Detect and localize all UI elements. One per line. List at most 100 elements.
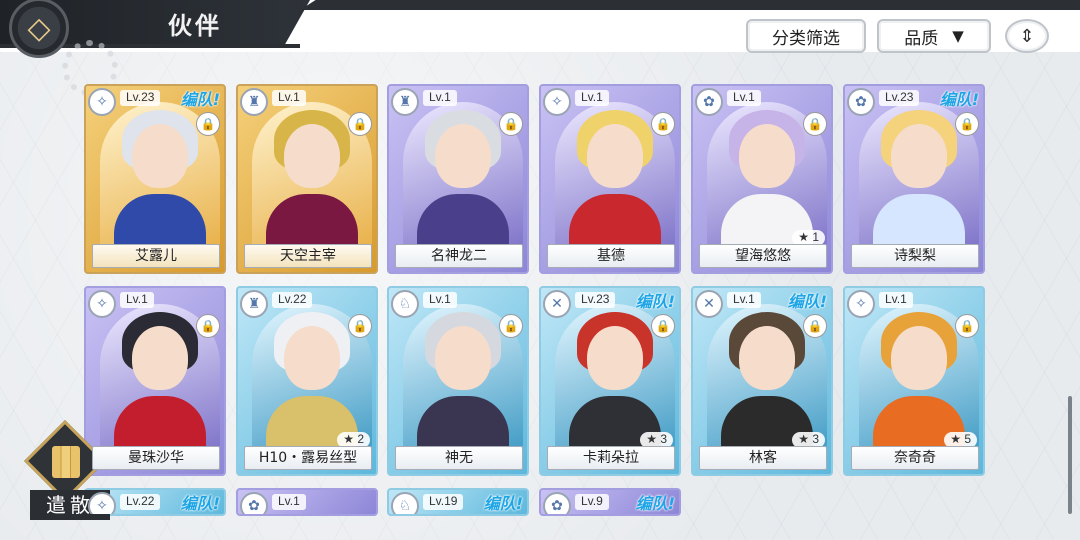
partner-card[interactable]: ✧ Lv.1 🔒 曼珠沙华 xyxy=(84,286,226,476)
portrait-face xyxy=(891,124,947,188)
sort-toggle-button[interactable]: ⇕ xyxy=(1005,19,1049,53)
star-icon: ★ xyxy=(646,432,657,446)
lock-icon[interactable]: 🔒 xyxy=(955,112,979,136)
lock-icon[interactable]: 🔒 xyxy=(955,314,979,338)
level-label: Lv.1 xyxy=(575,90,609,106)
portrait-face xyxy=(587,124,643,188)
partner-name: H10・露易丝型 xyxy=(244,446,372,470)
portrait-face xyxy=(435,326,491,390)
partner-card-partial[interactable]: ✧ Lv.22 编队! xyxy=(84,488,226,516)
portrait-face xyxy=(284,326,340,390)
quality-dropdown[interactable]: 品质 ▼ xyxy=(877,19,991,53)
class-icon: ♜ xyxy=(391,88,419,116)
lock-icon[interactable]: 🔒 xyxy=(348,314,372,338)
filter-button[interactable]: 分类筛选 xyxy=(746,19,866,53)
team-badge: 编队! xyxy=(939,90,979,109)
level-label: Lv.23 xyxy=(879,90,920,106)
level-label: Lv.1 xyxy=(423,292,457,308)
portrait-face xyxy=(739,124,795,188)
partner-name: 神无 xyxy=(395,446,523,470)
partner-card-partial[interactable]: ✿ Lv.9 编队! xyxy=(539,488,681,516)
level-label: Lv.23 xyxy=(575,292,616,308)
class-icon: ✿ xyxy=(695,88,723,116)
partner-card[interactable]: ✧ Lv.1 🔒 基德 xyxy=(539,84,681,274)
level-label: Lv.1 xyxy=(423,90,457,106)
portrait-face xyxy=(284,124,340,188)
partner-card[interactable]: ♜ Lv.1 🔒 名神龙二 xyxy=(387,84,529,274)
chevron-down-icon: ▼ xyxy=(952,27,964,45)
partner-card[interactable]: ✧ Lv.1 🔒 ★ 5 奈奇奇 xyxy=(843,286,985,476)
partner-card[interactable]: ♘ Lv.1 🔒 神无 xyxy=(387,286,529,476)
partner-card[interactable]: ♜ Lv.22 🔒 ★ 2 H10・露易丝型 xyxy=(236,286,378,476)
class-icon: ♘ xyxy=(391,492,419,514)
lock-icon[interactable]: 🔒 xyxy=(348,112,372,136)
team-badge: 编队! xyxy=(787,292,827,311)
partner-name: 曼珠沙华 xyxy=(92,446,220,470)
star-count: 3 xyxy=(812,432,819,446)
team-badge: 编队! xyxy=(180,494,220,513)
class-icon: ✿ xyxy=(240,492,268,514)
lock-icon[interactable]: 🔒 xyxy=(651,314,675,338)
class-icon: ✧ xyxy=(88,492,116,514)
class-icon: ✕ xyxy=(695,290,723,318)
level-label: Lv.1 xyxy=(272,494,306,510)
lock-icon[interactable]: 🔒 xyxy=(803,112,827,136)
partner-card[interactable]: ✿ Lv.1 🔒 ★ 1 望海悠悠 xyxy=(691,84,833,274)
page-title: 伙伴 xyxy=(168,12,222,40)
quality-label: 品质 xyxy=(904,28,939,49)
partner-name: 艾露儿 xyxy=(92,244,220,268)
partner-card[interactable]: ✿ Lv.23 编队! 🔒 诗梨梨 xyxy=(843,84,985,274)
lock-icon[interactable]: 🔒 xyxy=(499,112,523,136)
star-icon: ★ xyxy=(798,230,809,244)
partner-card[interactable]: ✕ Lv.23 编队! 🔒 ★ 3 卡莉朵拉 xyxy=(539,286,681,476)
cards-icon xyxy=(52,446,80,478)
partner-name: 名神龙二 xyxy=(395,244,523,268)
partner-card-partial[interactable]: ✿ Lv.1 xyxy=(236,488,378,516)
partner-name: 基德 xyxy=(547,244,675,268)
level-label: Lv.22 xyxy=(272,292,313,308)
class-icon: ✧ xyxy=(847,290,875,318)
team-badge: 编队! xyxy=(635,292,675,311)
class-icon: ♘ xyxy=(391,290,419,318)
star-count: 5 xyxy=(964,432,971,446)
star-count: 2 xyxy=(357,432,364,446)
class-icon: ♜ xyxy=(240,88,268,116)
star-icon: ★ xyxy=(798,432,809,446)
team-badge: 编队! xyxy=(635,494,675,513)
partner-card[interactable]: ♜ Lv.1 🔒 天空主宰 xyxy=(236,84,378,274)
portrait-face xyxy=(132,124,188,188)
class-icon: ✧ xyxy=(88,290,116,318)
star-icon: ★ xyxy=(950,432,961,446)
partner-name: 卡莉朵拉 xyxy=(547,446,675,470)
lock-icon[interactable]: 🔒 xyxy=(803,314,827,338)
portrait-face xyxy=(587,326,643,390)
partner-name: 望海悠悠 xyxy=(699,244,827,268)
class-icon: ✧ xyxy=(543,88,571,116)
level-label: Lv.19 xyxy=(423,494,464,510)
portrait-face xyxy=(739,326,795,390)
partner-name: 诗梨梨 xyxy=(851,244,979,268)
partner-name: 奈奇奇 xyxy=(851,446,979,470)
level-label: Lv.23 xyxy=(120,90,161,106)
lock-icon[interactable]: 🔒 xyxy=(196,314,220,338)
level-label: Lv.1 xyxy=(879,292,913,308)
back-button[interactable]: ◇ xyxy=(4,0,74,58)
lock-icon[interactable]: 🔒 xyxy=(499,314,523,338)
level-label: Lv.9 xyxy=(575,494,609,510)
lock-icon[interactable]: 🔒 xyxy=(196,112,220,136)
class-icon: ✿ xyxy=(847,88,875,116)
portrait-face xyxy=(132,326,188,390)
partner-name: 林客 xyxy=(699,446,827,470)
partner-card-partial[interactable]: ♘ Lv.19 编队! xyxy=(387,488,529,516)
lock-icon[interactable]: 🔒 xyxy=(651,112,675,136)
portrait-face xyxy=(435,124,491,188)
scrollbar[interactable] xyxy=(1068,396,1072,514)
class-icon: ✕ xyxy=(543,290,571,318)
star-count: 3 xyxy=(660,432,667,446)
partner-card[interactable]: ✕ Lv.1 编队! 🔒 ★ 3 林客 xyxy=(691,286,833,476)
back-icon: ◇ xyxy=(9,0,69,58)
star-icon: ★ xyxy=(343,432,354,446)
class-icon: ✧ xyxy=(88,88,116,116)
team-badge: 编队! xyxy=(180,90,220,109)
partner-card[interactable]: ✧ Lv.23 编队! 🔒 艾露儿 xyxy=(84,84,226,274)
